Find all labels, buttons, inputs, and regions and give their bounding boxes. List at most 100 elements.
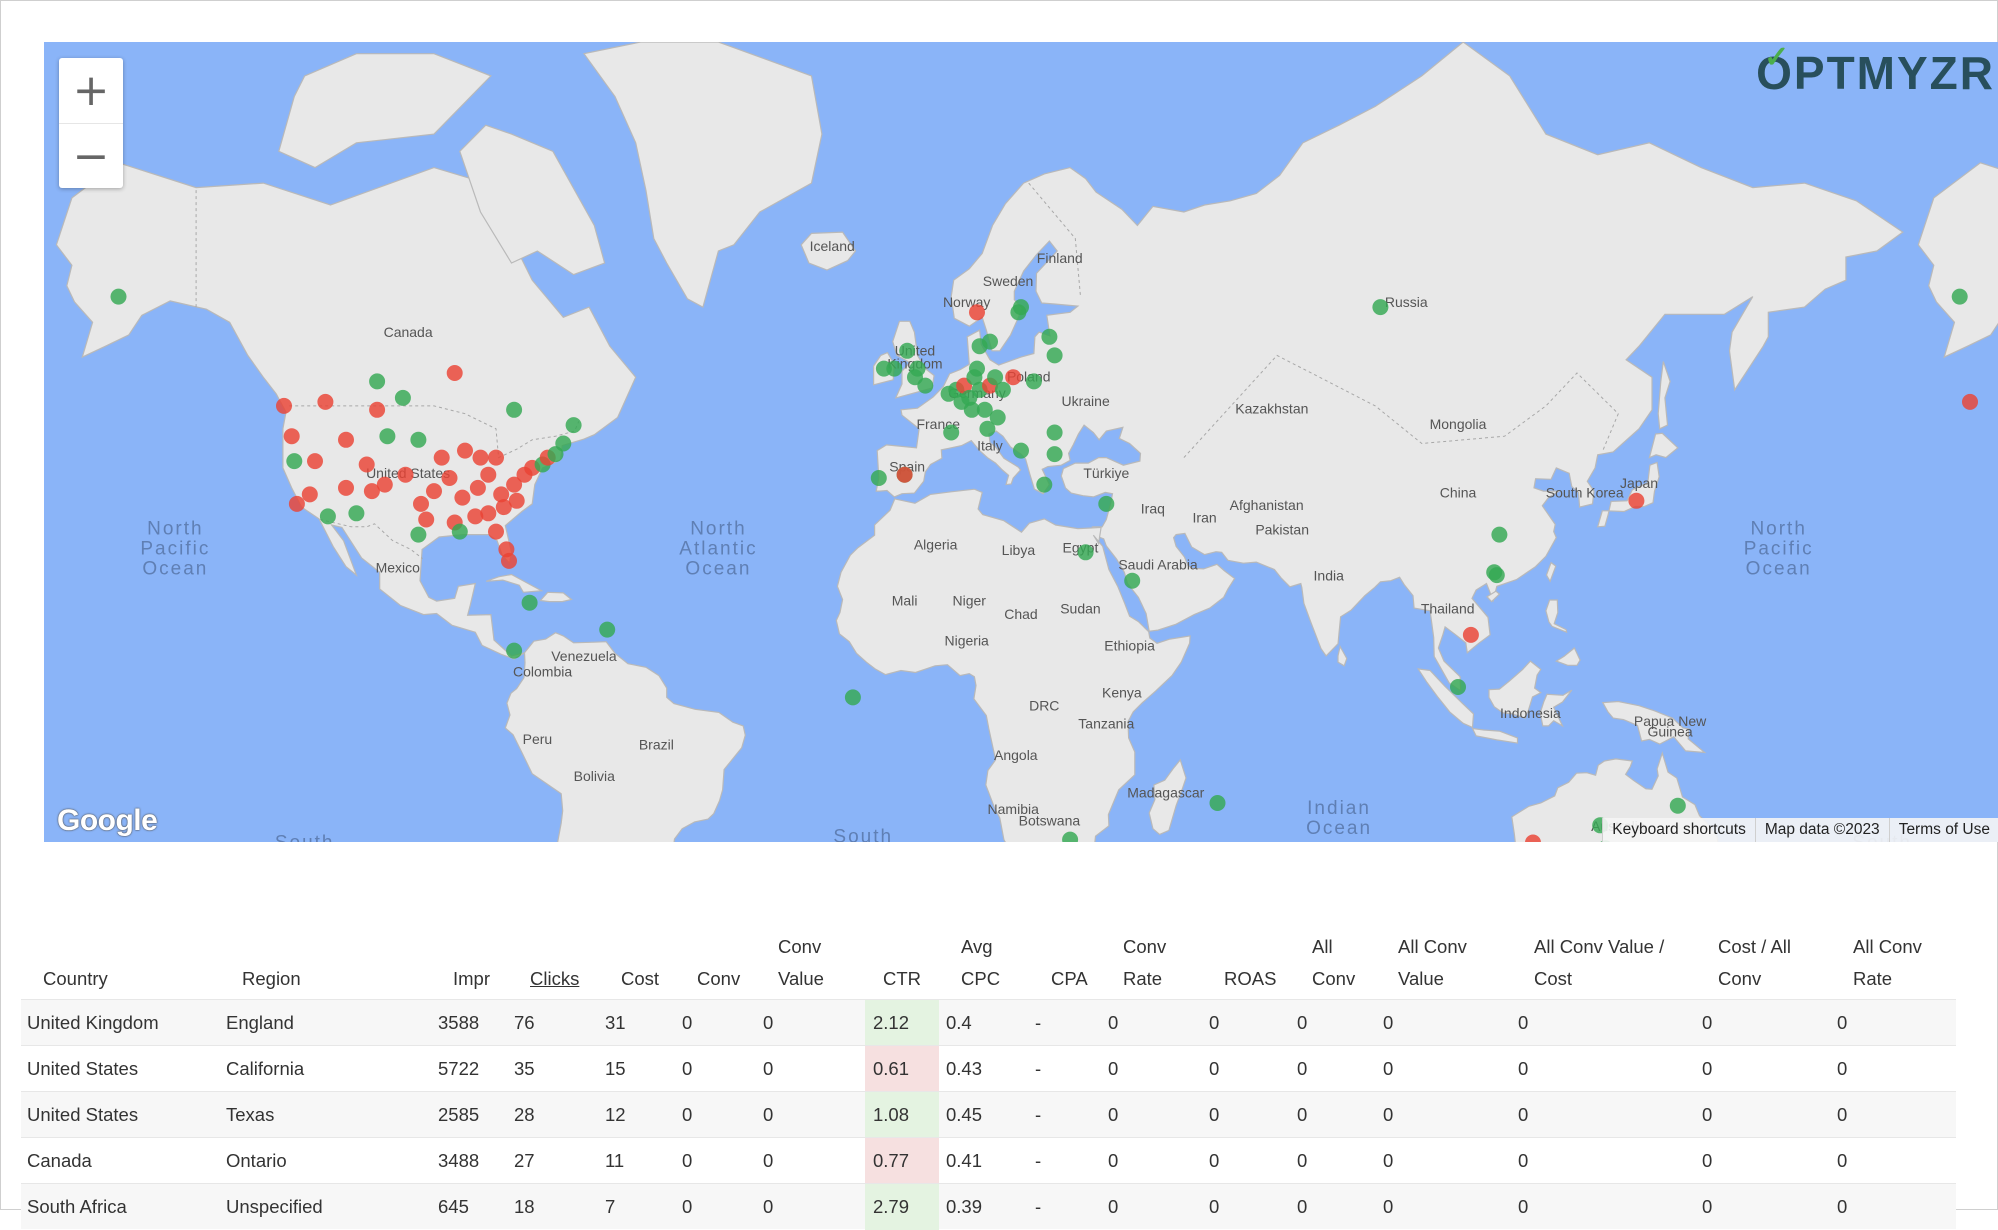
marker-good[interactable] — [899, 342, 916, 359]
marker-bad[interactable] — [307, 453, 323, 470]
marker-good[interactable] — [1046, 347, 1063, 364]
marker-bad[interactable] — [1628, 492, 1645, 509]
marker-good[interactable] — [943, 424, 960, 441]
marker-good[interactable] — [286, 453, 303, 470]
marker-good[interactable] — [870, 470, 887, 486]
marker-good[interactable] — [994, 381, 1011, 398]
column-header-conv-rate[interactable]: Conv Rate — [1123, 931, 1166, 999]
marker-good[interactable] — [1046, 424, 1063, 441]
marker-bad[interactable] — [441, 470, 458, 486]
marker-bad[interactable] — [508, 492, 525, 509]
marker-good[interactable] — [599, 621, 616, 638]
marker-good[interactable] — [506, 642, 523, 659]
marker-good[interactable] — [1025, 373, 1042, 390]
marker-good[interactable] — [909, 360, 926, 377]
column-header-clicks[interactable]: Clicks — [530, 963, 579, 999]
marker-bad[interactable] — [488, 523, 504, 540]
marker-bad[interactable] — [472, 449, 489, 466]
marker-good[interactable] — [394, 389, 411, 406]
marker-good[interactable] — [917, 377, 934, 394]
marker-good[interactable] — [1013, 299, 1029, 316]
marker-good[interactable] — [506, 401, 523, 418]
column-header-roas[interactable]: ROAS — [1224, 963, 1276, 999]
marker-bad[interactable] — [501, 552, 517, 569]
table-row[interactable]: United States Texas 2585 28 12 0 0 1.08 0.45 - 0 0 0… — [21, 1091, 1956, 1138]
marker-bad[interactable] — [301, 486, 318, 503]
marker-good[interactable] — [969, 360, 985, 377]
world-map[interactable]: North Pacific OceanNorth Atlantic OceanSouth… — [44, 42, 1998, 842]
marker-good[interactable] — [555, 435, 572, 452]
marker-good[interactable] — [1098, 495, 1115, 512]
marker-bad[interactable] — [433, 449, 450, 466]
marker-good[interactable] — [875, 360, 892, 377]
marker-good[interactable] — [844, 689, 861, 706]
marker-good[interactable] — [1041, 328, 1058, 345]
column-header-ctr[interactable]: CTR — [883, 963, 921, 999]
marker-bad[interactable] — [480, 505, 497, 522]
marker-bad[interactable] — [488, 449, 504, 466]
marker-good[interactable] — [1450, 679, 1466, 695]
marker-bad[interactable] — [1462, 626, 1479, 643]
marker-good[interactable] — [348, 505, 365, 522]
marker-good[interactable] — [1124, 572, 1141, 589]
keyboard-shortcuts-link[interactable]: Keyboard shortcuts — [1602, 818, 1755, 842]
column-header-impr[interactable]: Impr — [453, 963, 490, 999]
marker-good[interactable] — [1046, 446, 1063, 463]
column-header-conv-value[interactable]: Conv Value — [778, 931, 824, 999]
table-row[interactable]: Canada Ontario 3488 27 11 0 0 0.77 0.41 - 0 0 0 0 0 0 0 — [21, 1137, 1956, 1184]
terms-of-use-link[interactable]: Terms of Use — [1888, 818, 1998, 842]
marker-bad[interactable] — [397, 466, 414, 483]
marker-good[interactable] — [1013, 442, 1029, 459]
marker-bad[interactable] — [896, 466, 913, 483]
marker-bad[interactable] — [276, 397, 292, 414]
marker-good[interactable] — [1209, 795, 1226, 811]
marker-bad[interactable] — [338, 479, 354, 496]
marker-good[interactable] — [410, 526, 427, 543]
map-view[interactable]: North Pacific Ocean North Atlantic Ocean South… — [44, 42, 1998, 842]
marker-good[interactable] — [953, 393, 970, 410]
column-header-conv[interactable]: Conv — [697, 963, 740, 999]
marker-bad[interactable] — [369, 401, 386, 418]
marker-good[interactable] — [979, 420, 996, 437]
marker-bad[interactable] — [426, 483, 442, 500]
marker-bad[interactable] — [358, 456, 375, 473]
marker-good[interactable] — [410, 431, 427, 448]
marker-bad[interactable] — [1962, 393, 1978, 410]
column-header-cost-all-conv[interactable]: Cost / All Conv — [1718, 931, 1791, 999]
marker-bad[interactable] — [338, 431, 354, 448]
column-header-cpa[interactable]: CPA — [1051, 963, 1088, 999]
google-logo[interactable]: Google — [57, 804, 158, 838]
marker-good[interactable] — [982, 333, 998, 350]
marker-bad[interactable] — [457, 442, 473, 459]
marker-bad[interactable] — [480, 466, 497, 483]
marker-good[interactable] — [451, 523, 468, 540]
marker-good[interactable] — [521, 594, 538, 611]
marker-bad[interactable] — [376, 476, 393, 493]
marker-good[interactable] — [379, 428, 396, 445]
marker-good[interactable] — [1951, 288, 1968, 305]
table-row[interactable]: South Africa Unspecified 645 18 7 0 0 2.79 0.39 -… — [21, 1183, 1956, 1230]
column-header-country[interactable]: Country — [43, 963, 108, 999]
marker-bad[interactable] — [454, 489, 471, 506]
marker-good[interactable] — [1488, 567, 1505, 584]
column-header-region[interactable]: Region — [242, 963, 301, 999]
marker-bad[interactable] — [288, 495, 305, 512]
column-header-all-conv-value[interactable]: All Conv Value — [1398, 931, 1467, 999]
marker-good[interactable] — [110, 288, 127, 305]
column-header-all-conv-rate[interactable]: All Conv Rate — [1853, 931, 1922, 999]
marker-good[interactable] — [565, 417, 582, 434]
column-header-cost[interactable]: Cost — [621, 963, 659, 999]
marker-bad[interactable] — [469, 479, 486, 496]
map-data-credit[interactable]: Map data ©2023 — [1754, 818, 1889, 842]
marker-good[interactable] — [1372, 299, 1389, 316]
marker-bad[interactable] — [283, 428, 300, 445]
column-header-all-conv[interactable]: All Conv — [1312, 931, 1355, 999]
marker-bad[interactable] — [1005, 369, 1022, 386]
marker-bad[interactable] — [969, 304, 985, 321]
zoom-in-button[interactable]: + — [59, 58, 123, 123]
marker-bad[interactable] — [317, 393, 334, 410]
zoom-out-button[interactable]: − — [59, 123, 123, 188]
table-row[interactable]: United Kingdom England 3588 76 31 0 0 2.12 0.4 - 0… — [21, 999, 1956, 1046]
marker-good[interactable] — [369, 373, 386, 390]
column-header-avg-cpc[interactable]: Avg CPC — [961, 931, 1000, 999]
